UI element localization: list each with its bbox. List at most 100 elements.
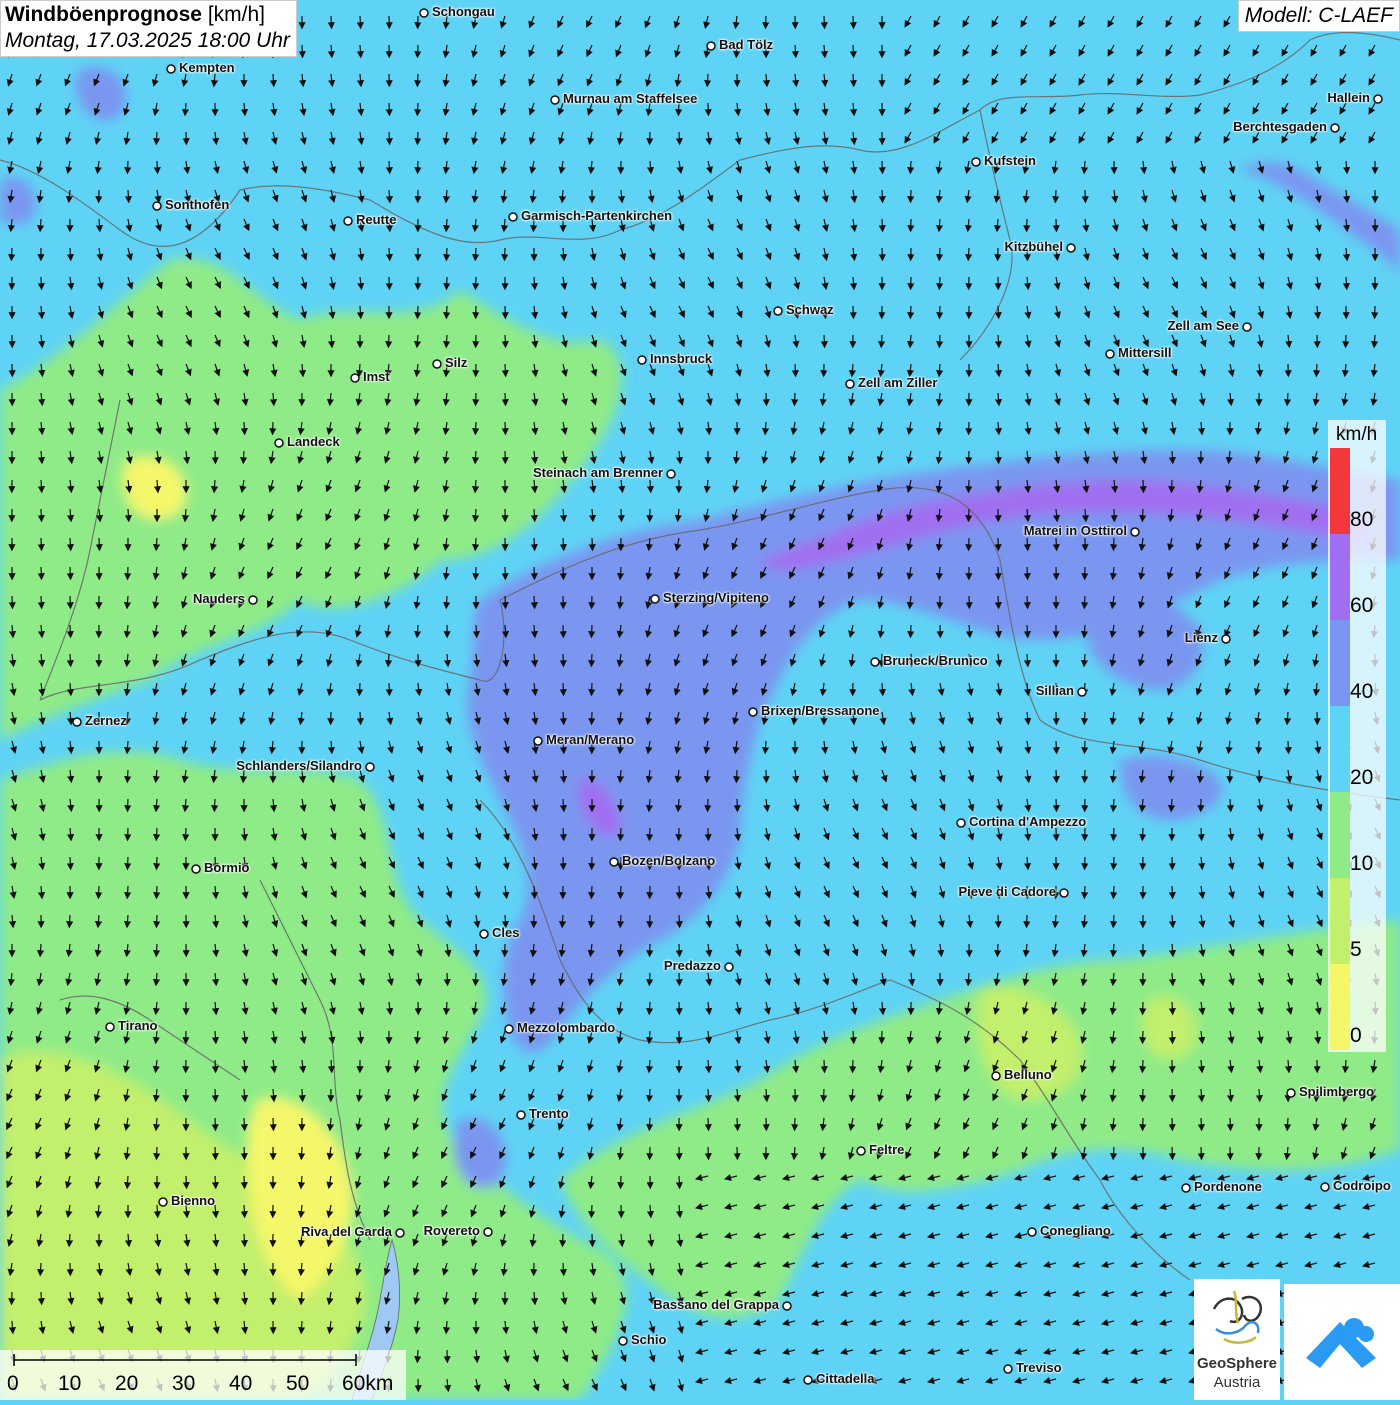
- wind-arrow: [679, 1176, 680, 1187]
- wind-arrow: [417, 625, 418, 636]
- city-label-schwaz: Schwaz: [786, 302, 834, 317]
- wind-arrow: [853, 1031, 854, 1042]
- wind-arrow: [795, 364, 796, 375]
- city-marker-landeck[interactable]: [275, 439, 283, 447]
- city-marker-cortina-d-ampezzo[interactable]: [957, 819, 965, 827]
- legend-swatch-0-5: [1330, 964, 1350, 1050]
- city-marker-bad-t-lz[interactable]: [707, 42, 715, 50]
- city-marker-matrei-in-osttirol[interactable]: [1131, 528, 1139, 536]
- legend-swatch-60-80: [1330, 534, 1350, 620]
- wind-arrow: [1056, 770, 1057, 781]
- city-marker-spilimbergo[interactable]: [1287, 1089, 1295, 1097]
- city-marker-bassano-del-grappa[interactable]: [783, 1302, 791, 1310]
- city-label-brixen-bressanone: Brixen/Bressanone: [761, 703, 880, 718]
- city-label-sillian: Sillian: [1036, 683, 1074, 698]
- city-marker-conegliano[interactable]: [1028, 1228, 1036, 1236]
- wind-arrow: [679, 132, 680, 143]
- wind-arrow: [649, 973, 650, 984]
- city-marker-kitzb-hel[interactable]: [1067, 244, 1075, 252]
- city-marker-zell-am-see[interactable]: [1243, 323, 1251, 331]
- city-marker-brixen-bressanone[interactable]: [749, 708, 757, 716]
- city-label-zell-am-ziller: Zell am Ziller: [858, 375, 937, 390]
- city-marker-kufstein[interactable]: [972, 158, 980, 166]
- city-marker-bruneck-brunico[interactable]: [871, 658, 879, 666]
- city-marker-rovereto[interactable]: [484, 1228, 492, 1236]
- city-marker-bozen-bolzano[interactable]: [610, 858, 618, 866]
- wind-arrow: [1172, 451, 1173, 462]
- wind-arrow: [998, 451, 999, 462]
- weather-app-logo[interactable]: [1284, 1284, 1400, 1400]
- wind-arrow: [128, 190, 129, 201]
- city-marker-pordenone[interactable]: [1182, 1184, 1190, 1192]
- city-marker-sonthofen[interactable]: [153, 202, 161, 210]
- city-marker-treviso[interactable]: [1004, 1365, 1012, 1373]
- legend-label-20: 20: [1350, 766, 1373, 790]
- city-marker-bormio[interactable]: [192, 865, 200, 873]
- wind-arrow: [447, 973, 448, 984]
- city-marker-trento[interactable]: [517, 1111, 525, 1119]
- wind-arrow: [41, 596, 42, 607]
- legend-label-80: 80: [1350, 508, 1373, 532]
- city-label-lienz: Lienz: [1185, 630, 1218, 645]
- city-marker-pieve-di-cadore[interactable]: [1060, 889, 1068, 897]
- wind-arrow: [1143, 1089, 1144, 1100]
- city-marker-reutte[interactable]: [344, 217, 352, 225]
- legend-swatch-10-20: [1330, 792, 1350, 878]
- wind-arrow: [708, 1118, 709, 1129]
- city-marker-zernez[interactable]: [73, 718, 81, 726]
- wind-arrow: [795, 45, 796, 56]
- city-label-trento: Trento: [529, 1106, 569, 1121]
- wind-arrow: [1113, 828, 1114, 839]
- city-marker-riva-del-garda[interactable]: [396, 1229, 404, 1237]
- wind-arrow: [446, 596, 447, 607]
- wind-arrow: [41, 480, 42, 491]
- city-marker-codroipo[interactable]: [1321, 1183, 1329, 1191]
- city-marker-nauders[interactable]: [249, 596, 257, 604]
- city-marker-lienz[interactable]: [1222, 635, 1230, 643]
- geosphere-logo[interactable]: GeoSphere Austria: [1194, 1279, 1280, 1400]
- wind-arrow: [417, 1350, 418, 1361]
- city-marker-sterzing-vipiteno[interactable]: [651, 595, 659, 603]
- legend-swatch-80-plus: [1330, 448, 1350, 534]
- wind-arrow: [476, 625, 477, 636]
- wind-arrow: [360, 306, 361, 317]
- city-marker-garmisch-partenkirchen[interactable]: [509, 213, 517, 221]
- city-marker-steinach-am-brenner[interactable]: [667, 470, 675, 478]
- city-marker-zell-am-ziller[interactable]: [846, 380, 854, 388]
- city-marker-cles[interactable]: [480, 930, 488, 938]
- city-marker-schlanders-silandro[interactable]: [366, 763, 374, 771]
- wind-arrow: [41, 567, 42, 578]
- wind-arrow: [621, 509, 622, 520]
- wind-arrow: [1084, 625, 1085, 636]
- wind-arrow: [765, 741, 766, 752]
- city-label-meran-merano: Meran/Merano: [546, 732, 634, 747]
- city-marker-mezzolombardo[interactable]: [505, 1025, 513, 1033]
- city-marker-belluno[interactable]: [992, 1072, 1000, 1080]
- wind-arrow: [127, 741, 128, 752]
- city-marker-innsbruck[interactable]: [638, 356, 646, 364]
- city-marker-feltre[interactable]: [857, 1147, 865, 1155]
- scale-label-50: 50: [286, 1372, 309, 1396]
- city-marker-schwaz[interactable]: [774, 307, 782, 315]
- city-marker-schongau[interactable]: [420, 9, 428, 17]
- city-marker-hallein[interactable]: [1374, 95, 1382, 103]
- city-marker-berchtesgaden[interactable]: [1331, 124, 1339, 132]
- city-marker-murnau-am-staffelsee[interactable]: [551, 96, 559, 104]
- city-marker-predazzo[interactable]: [725, 963, 733, 971]
- wind-arrow: [853, 45, 854, 56]
- wind-arrow: [244, 1234, 245, 1245]
- city-marker-bienno[interactable]: [159, 1198, 167, 1206]
- city-marker-silz[interactable]: [433, 360, 441, 368]
- city-marker-meran-merano[interactable]: [534, 737, 542, 745]
- city-marker-schio[interactable]: [619, 1337, 627, 1345]
- city-marker-cittadella[interactable]: [804, 1376, 812, 1384]
- city-marker-mittersill[interactable]: [1106, 350, 1114, 358]
- city-marker-imst[interactable]: [351, 374, 359, 382]
- city-marker-sillian[interactable]: [1078, 688, 1086, 696]
- wind-arrow: [127, 886, 128, 897]
- city-marker-tirano[interactable]: [106, 1023, 114, 1031]
- wind-arrow: [127, 1176, 128, 1187]
- title-box: Windböenprognose [km/h] Montag, 17.03.20…: [0, 0, 297, 57]
- city-marker-kempten[interactable]: [167, 65, 175, 73]
- wind-arrow: [1201, 828, 1202, 839]
